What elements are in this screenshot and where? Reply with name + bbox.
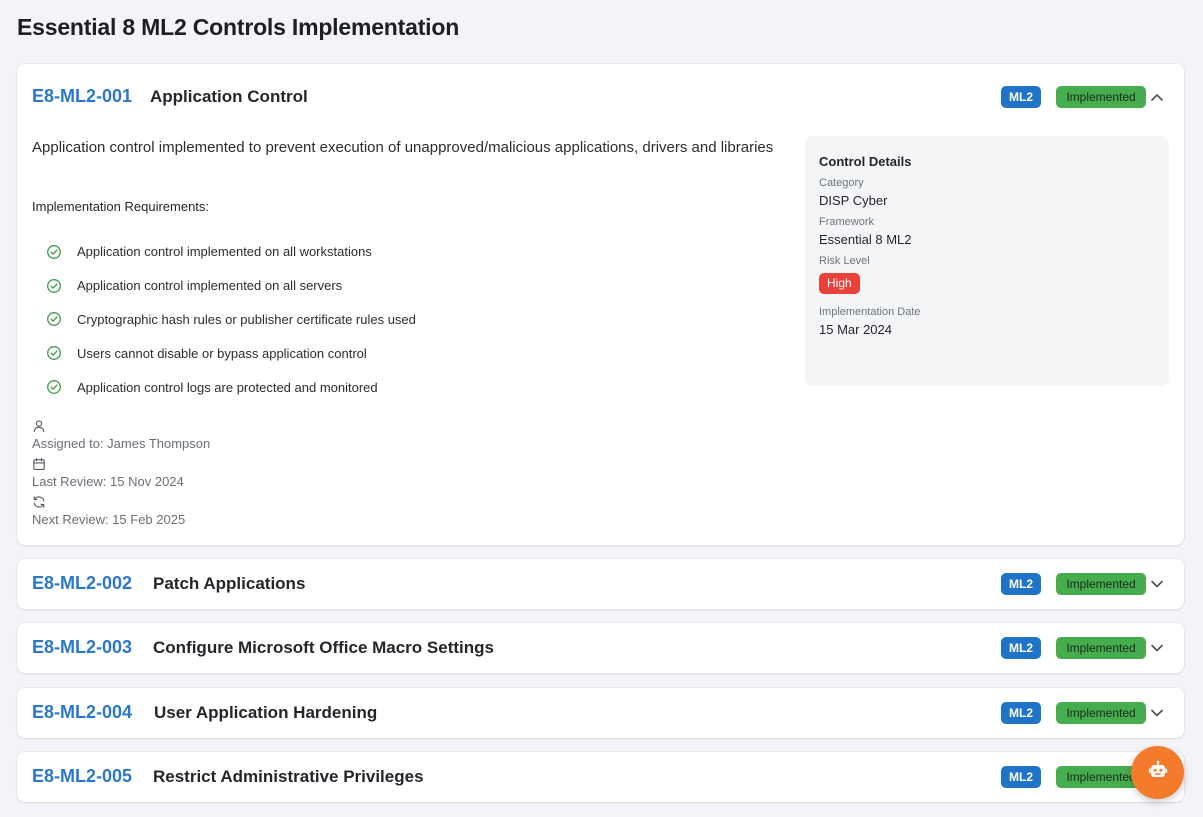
check-circle-icon [46, 345, 62, 361]
control-meta: Assigned to: James Thompson Last Review:… [32, 419, 210, 533]
requirement-text: Application control logs are protected a… [77, 379, 378, 395]
requirement-text: Application control implemented on all s… [77, 278, 343, 294]
next-review-row: Next Review: 15 Feb 2025 [32, 495, 210, 533]
user-icon [32, 419, 46, 433]
requirement-text: Application control implemented on all w… [77, 244, 372, 260]
implementation-date-value: 15 Mar 2024 [819, 322, 892, 337]
chevron-up-icon[interactable] [1150, 90, 1164, 104]
control-name: Configure Microsoft Office Macro Setting… [153, 638, 494, 657]
last-review: Last Review: 15 Nov 2024 [32, 474, 184, 489]
control-card: E8-ML2-003 Configure Microsoft Office Ma… [17, 623, 1184, 673]
control-header[interactable]: E8-ML2-002 Patch Applications ML2 Implem… [17, 559, 1184, 609]
robot-icon [1148, 760, 1168, 785]
last-review-row: Last Review: 15 Nov 2024 [32, 457, 210, 495]
category-label: Category [819, 177, 864, 189]
control-id: E8-ML2-004 [32, 702, 133, 722]
next-review: Next Review: 15 Feb 2025 [32, 512, 186, 527]
implementation-date-label: Implementation Date [819, 306, 921, 318]
status-badge: Implemented [1056, 86, 1146, 108]
requirement-item: Users cannot disable or bypass applicati… [46, 336, 416, 370]
control-details-panel: Control Details Category DISP Cyber Fram… [805, 136, 1169, 386]
assigned-row: Assigned to: James Thompson [32, 419, 210, 457]
requirements-title: Implementation Requirements: [32, 199, 210, 214]
risk-level-label: Risk Level [819, 255, 870, 267]
requirement-text: Cryptographic hash rules or publisher ce… [77, 311, 416, 327]
page-title: Essential 8 ML2 Controls Implementation [17, 14, 460, 40]
control-card: E8-ML2-001 Application Control ML2 Imple… [17, 64, 1184, 545]
control-id: E8-ML2-002 [32, 573, 133, 593]
check-circle-icon [46, 278, 62, 294]
framework-label: Framework [819, 216, 875, 228]
control-card: E8-ML2-004 User Application Hardening ML… [17, 688, 1184, 738]
control-id: E8-ML2-003 [32, 637, 133, 657]
requirement-item: Application control implemented on all s… [46, 269, 416, 303]
control-name: User Application Hardening [154, 703, 378, 722]
details-title: Control Details [819, 154, 912, 169]
check-circle-icon [46, 244, 62, 260]
control-header[interactable]: E8-ML2-003 Configure Microsoft Office Ma… [17, 623, 1184, 673]
category-value: DISP Cyber [819, 193, 888, 208]
control-name: Patch Applications [153, 574, 306, 593]
risk-level-badge: High [819, 273, 860, 294]
ml-badge: ML2 [1001, 702, 1041, 724]
control-description: Application control implemented to preve… [32, 139, 774, 156]
assigned-to: Assigned to: James Thompson [32, 436, 211, 451]
control-header[interactable]: E8-ML2-004 User Application Hardening ML… [17, 688, 1184, 738]
page: Essential 8 ML2 Controls Implementation … [0, 0, 1203, 817]
chevron-down-icon[interactable] [1150, 706, 1164, 720]
chevron-down-icon[interactable] [1150, 641, 1164, 655]
control-id: E8-ML2-005 [32, 766, 133, 786]
framework-value: Essential 8 ML2 [819, 232, 912, 247]
ml-badge: ML2 [1001, 86, 1041, 108]
control-header[interactable]: E8-ML2-005 Restrict Administrative Privi… [17, 752, 1184, 802]
refresh-icon [32, 495, 46, 509]
requirement-item: Application control logs are protected a… [46, 370, 416, 404]
control-id: E8-ML2-001 [32, 86, 133, 106]
ml-badge: ML2 [1001, 573, 1041, 595]
check-circle-icon [46, 379, 62, 395]
ml-badge: ML2 [1001, 766, 1041, 788]
requirement-item: Cryptographic hash rules or publisher ce… [46, 303, 416, 337]
status-badge: Implemented [1056, 637, 1146, 659]
status-badge: Implemented [1056, 573, 1146, 595]
control-card: E8-ML2-005 Restrict Administrative Privi… [17, 752, 1184, 802]
control-card: E8-ML2-002 Patch Applications ML2 Implem… [17, 559, 1184, 609]
assistant-fab-button[interactable] [1131, 746, 1184, 799]
requirement-text: Users cannot disable or bypass applicati… [77, 345, 367, 361]
status-badge: Implemented [1056, 702, 1146, 724]
calendar-icon [32, 457, 46, 471]
control-name: Restrict Administrative Privileges [153, 767, 424, 786]
control-header[interactable]: E8-ML2-001 Application Control ML2 Imple… [17, 64, 1184, 114]
ml-badge: ML2 [1001, 637, 1041, 659]
chevron-down-icon[interactable] [1150, 577, 1164, 591]
check-circle-icon [46, 311, 62, 327]
requirements-list: Application control implemented on all w… [46, 235, 416, 404]
control-name: Application Control [150, 87, 308, 106]
requirement-item: Application control implemented on all w… [46, 235, 416, 269]
